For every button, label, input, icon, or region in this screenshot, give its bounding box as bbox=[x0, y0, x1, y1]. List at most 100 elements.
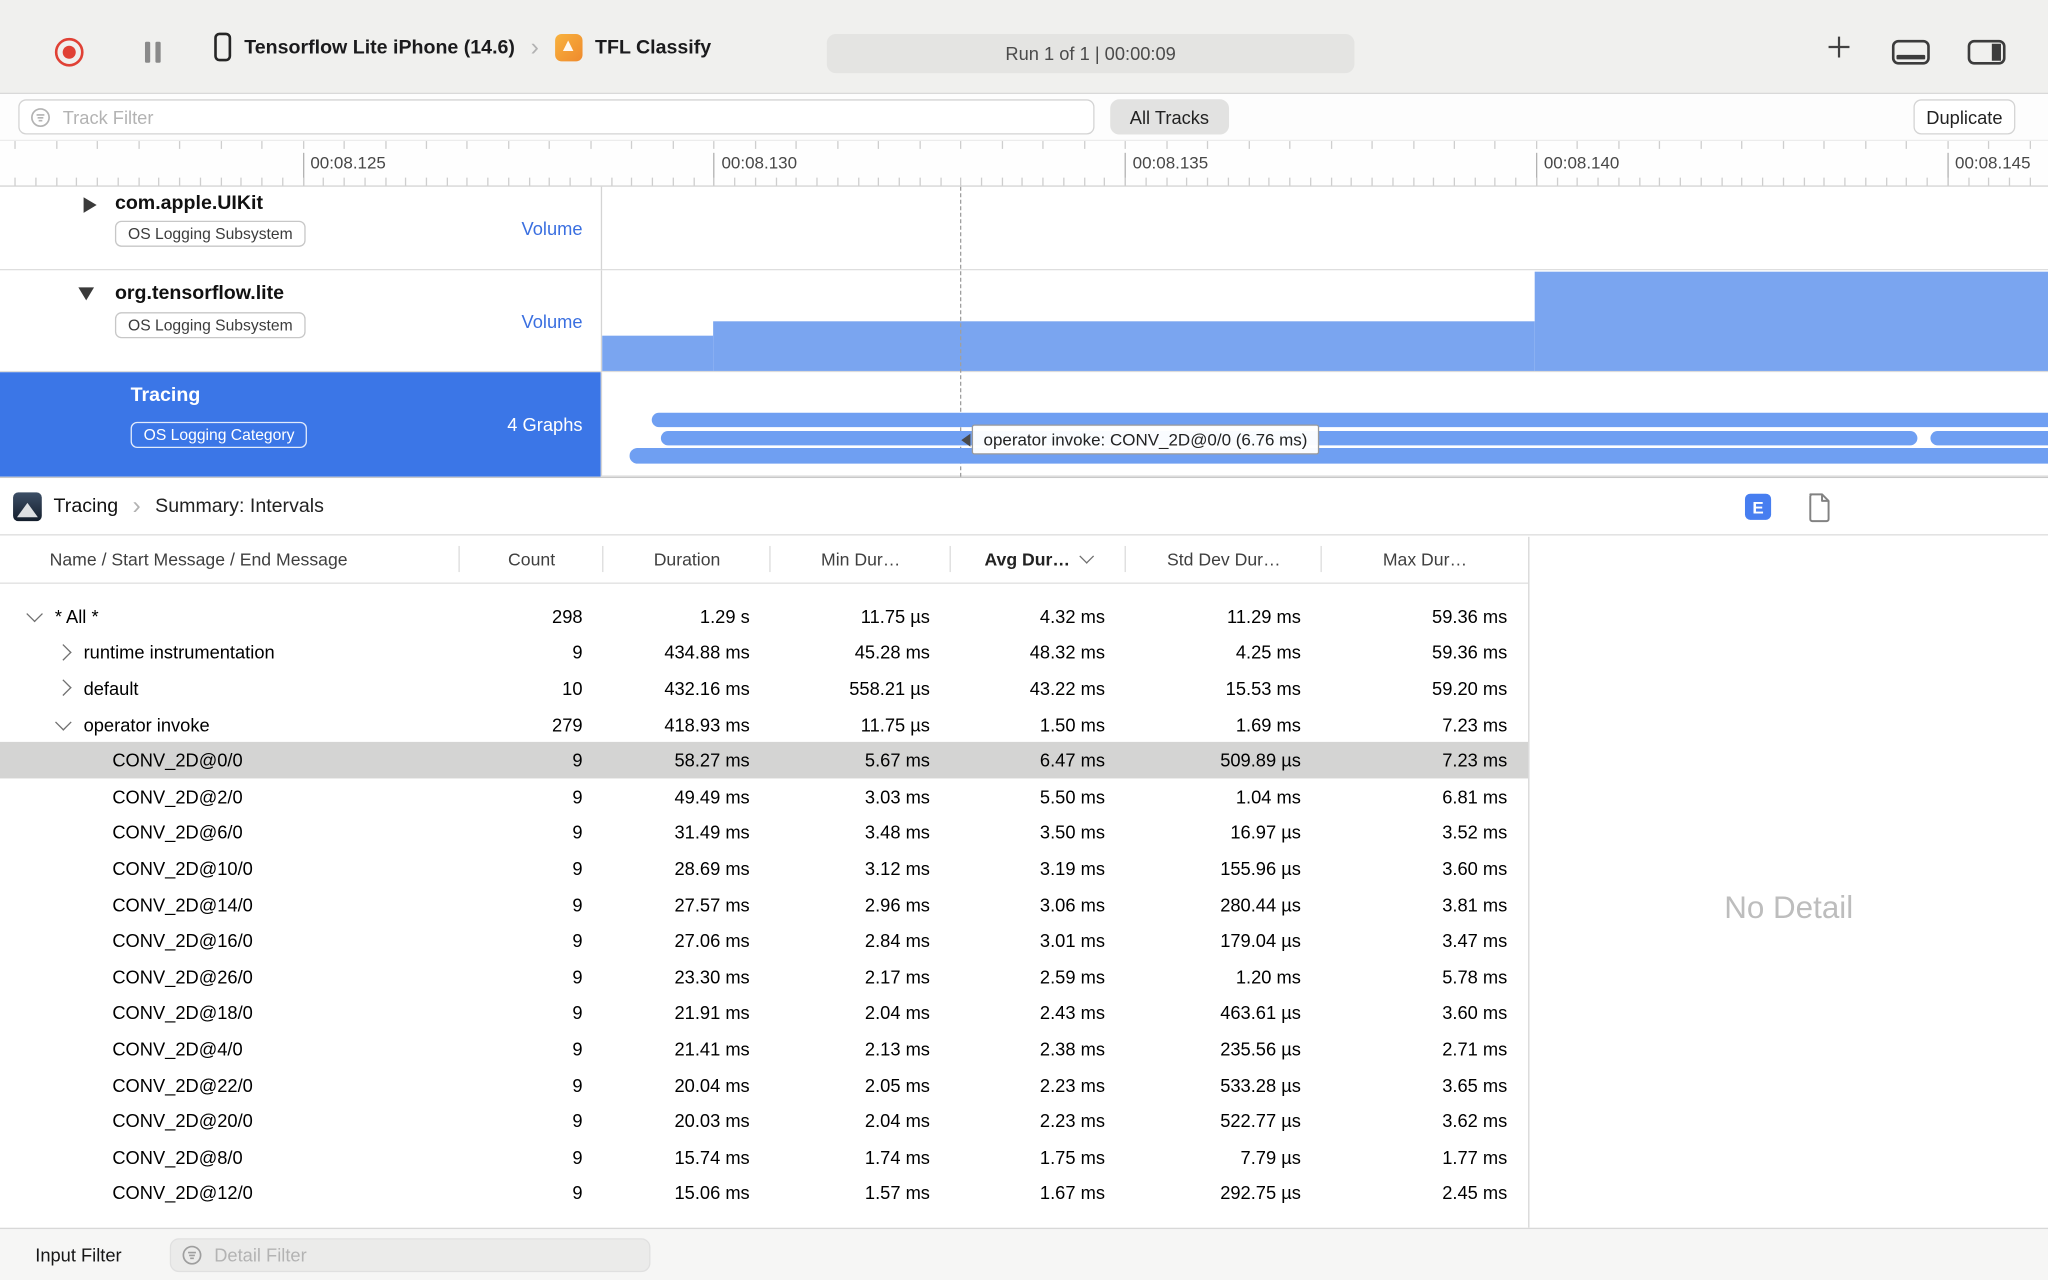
sort-descending-icon bbox=[1079, 549, 1095, 564]
all-tracks-button[interactable]: All Tracks bbox=[1110, 99, 1229, 135]
table-row[interactable]: CONV_2D@14/0 9 27.57 ms 2.96 ms 3.06 ms … bbox=[0, 887, 1528, 923]
intervals-table: * All * 298 1.29 s 11.75 µs 4.32 ms 11.2… bbox=[0, 584, 1529, 1228]
ruler-minor-tick bbox=[878, 177, 880, 186]
track-row-tensorflow[interactable]: org.tensorflow.lite OS Logging Subsystem… bbox=[0, 270, 2048, 373]
filter-icon bbox=[182, 1245, 202, 1265]
table-row[interactable]: CONV_2D@10/0 9 28.69 ms 3.12 ms 3.19 ms … bbox=[0, 850, 1528, 886]
track-graph[interactable] bbox=[600, 186, 2048, 271]
row-count-cell: 9 bbox=[572, 894, 583, 915]
table-row[interactable]: CONV_2D@2/0 9 49.49 ms 3.03 ms 5.50 ms 1… bbox=[0, 778, 1528, 814]
table-row[interactable]: CONV_2D@0/0 9 58.27 ms 5.67 ms 6.47 ms 5… bbox=[0, 742, 1529, 779]
row-name: CONV_2D@22/0 bbox=[112, 1074, 253, 1096]
table-row[interactable]: CONV_2D@20/0 9 20.03 ms 2.04 ms 2.23 ms … bbox=[0, 1103, 1528, 1139]
device-name[interactable]: Tensorflow Lite iPhone (14.6) bbox=[244, 36, 515, 58]
ruler-top-tick bbox=[1412, 141, 1414, 149]
record-icon[interactable] bbox=[54, 37, 84, 67]
table-row[interactable]: operator invoke 279 418.93 ms 11.75 µs 1… bbox=[0, 706, 1528, 742]
ruler-minor-tick bbox=[1248, 177, 1250, 186]
table-row[interactable]: CONV_2D@12/0 9 15.06 ms 1.57 ms 1.67 ms … bbox=[0, 1175, 1528, 1211]
disclosure-icon[interactable] bbox=[55, 643, 72, 661]
table-row[interactable]: * All * 298 1.29 s 11.75 µs 4.32 ms 11.2… bbox=[0, 598, 1528, 634]
row-avg-cell: 3.01 ms bbox=[1039, 930, 1105, 952]
row-name-cell: CONV_2D@20/0 bbox=[0, 1103, 460, 1139]
table-row[interactable]: runtime instrumentation 9 434.88 ms 45.2… bbox=[0, 634, 1528, 670]
track-filter-input[interactable] bbox=[60, 105, 1094, 129]
track-header[interactable]: com.apple.UIKit OS Logging Subsystem Vol… bbox=[0, 186, 601, 271]
disclosure-right-icon[interactable] bbox=[83, 197, 97, 213]
ruler-top-tick bbox=[261, 141, 263, 149]
app-name[interactable]: TFL Classify bbox=[595, 36, 711, 58]
row-duration-cell: 28.69 ms bbox=[674, 858, 750, 879]
row-name: runtime instrumentation bbox=[83, 641, 275, 663]
column-header-stddev[interactable]: Std Dev Dur… bbox=[1126, 536, 1322, 583]
row-max-cell: 1.77 ms bbox=[1442, 1146, 1508, 1168]
interval-lane[interactable] bbox=[1930, 431, 2048, 446]
column-header-min[interactable]: Min Dur… bbox=[771, 536, 951, 583]
track-graph[interactable]: operator invoke: CONV_2D@0/0 (6.76 ms) bbox=[600, 372, 2048, 477]
track-row-tracing[interactable]: Tracing OS Logging Category 4 Graphs ope… bbox=[0, 372, 2048, 477]
ruler-minor-tick bbox=[960, 177, 962, 186]
column-header-count[interactable]: Count bbox=[460, 536, 604, 583]
target-selector[interactable]: Tensorflow Lite iPhone (14.6) › TFL Clas… bbox=[214, 0, 711, 94]
detail-filter-input[interactable] bbox=[211, 1243, 650, 1267]
column-header-max[interactable]: Max Dur… bbox=[1322, 536, 1528, 583]
row-avg-cell: 3.19 ms bbox=[1039, 858, 1105, 879]
disclosure-icon[interactable] bbox=[55, 714, 72, 731]
table-row[interactable]: CONV_2D@6/0 9 31.49 ms 3.48 ms 3.50 ms 1… bbox=[0, 814, 1528, 850]
disclosure-icon[interactable] bbox=[26, 606, 43, 623]
table-row[interactable]: CONV_2D@16/0 9 27.06 ms 2.84 ms 3.01 ms … bbox=[0, 923, 1528, 959]
breadcrumb-view[interactable]: Summary: Intervals bbox=[155, 495, 324, 517]
document-icon[interactable] bbox=[1808, 492, 1832, 523]
pause-icon[interactable] bbox=[144, 41, 162, 63]
track-header[interactable]: org.tensorflow.lite OS Logging Subsystem… bbox=[0, 270, 601, 373]
track-meta[interactable]: Volume bbox=[522, 310, 583, 331]
breadcrumb-root[interactable]: Tracing bbox=[54, 495, 119, 517]
ruler-minor-tick bbox=[1433, 177, 1435, 186]
row-stddev-cell: 280.44 µs bbox=[1220, 894, 1301, 915]
interval-lane[interactable] bbox=[651, 412, 2048, 428]
interval-lane[interactable] bbox=[629, 447, 2048, 464]
ruler-top-tick bbox=[137, 141, 140, 149]
table-row[interactable]: CONV_2D@26/0 9 23.30 ms 2.17 ms 2.59 ms … bbox=[0, 959, 1528, 995]
right-pane-toggle-icon[interactable] bbox=[1967, 39, 2006, 65]
ruler-top-tick bbox=[919, 141, 921, 149]
ruler-label: 00:08.130 bbox=[721, 152, 798, 173]
table-row[interactable]: CONV_2D@22/0 9 20.04 ms 2.05 ms 2.23 ms … bbox=[0, 1067, 1528, 1103]
ruler-minor-tick bbox=[1988, 177, 1990, 186]
track-filter-field[interactable] bbox=[18, 99, 1095, 135]
table-row[interactable]: CONV_2D@4/0 9 21.41 ms 2.13 ms 2.38 ms 2… bbox=[0, 1031, 1528, 1067]
track-row-uikit[interactable]: com.apple.UIKit OS Logging Subsystem Vol… bbox=[0, 186, 2048, 271]
track-meta[interactable]: 4 Graphs bbox=[507, 413, 582, 434]
ruler-minor-tick bbox=[1844, 177, 1846, 186]
row-name-cell: CONV_2D@2/0 bbox=[0, 778, 460, 814]
row-min-cell: 11.75 µs bbox=[860, 713, 930, 735]
disclosure-icon[interactable] bbox=[55, 679, 72, 697]
ruler-minor-tick bbox=[446, 177, 448, 186]
extended-detail-icon[interactable]: E bbox=[1744, 493, 1772, 520]
ruler-minor-tick bbox=[1947, 177, 1949, 186]
table-row[interactable]: default 10 432.16 ms 558.21 µs 43.22 ms … bbox=[0, 670, 1528, 706]
ruler-top-tick bbox=[1988, 141, 1990, 149]
app-icon bbox=[554, 33, 582, 61]
table-row[interactable]: CONV_2D@18/0 9 21.91 ms 2.04 ms 2.43 ms … bbox=[0, 995, 1528, 1031]
row-stddev-cell: 4.25 ms bbox=[1235, 641, 1301, 663]
ruler-minor-tick bbox=[1474, 177, 1476, 186]
ruler-minor-tick bbox=[1823, 177, 1826, 186]
detail-filter-field[interactable] bbox=[169, 1238, 651, 1273]
add-instrument-icon[interactable] bbox=[1826, 34, 1852, 60]
bottom-pane-toggle-icon[interactable] bbox=[1891, 39, 1930, 65]
column-header-duration[interactable]: Duration bbox=[603, 536, 771, 583]
table-header: Name / Start Message / End Message Count… bbox=[0, 535, 1529, 584]
column-header-name[interactable]: Name / Start Message / End Message bbox=[0, 536, 460, 583]
timeline-ruler[interactable]: 00:08.125 00:08.130 00:08.135 00:08.140 00:0… bbox=[0, 141, 2048, 187]
column-header-avg[interactable]: Avg Dur… bbox=[951, 536, 1126, 583]
table-row[interactable]: CONV_2D@8/0 9 15.74 ms 1.74 ms 1.75 ms 7… bbox=[0, 1139, 1528, 1175]
disclosure-down-icon[interactable] bbox=[78, 287, 95, 301]
track-graph[interactable] bbox=[600, 270, 2048, 373]
track-meta[interactable]: Volume bbox=[522, 217, 583, 238]
row-duration-cell: 418.93 ms bbox=[664, 713, 750, 735]
track-header[interactable]: Tracing OS Logging Category 4 Graphs bbox=[0, 372, 601, 477]
instruments-window: Tensorflow Lite iPhone (14.6) › TFL Clas… bbox=[0, 0, 2048, 1280]
ruler-top-tick bbox=[1741, 141, 1743, 149]
duplicate-button[interactable]: Duplicate bbox=[1913, 99, 2016, 135]
